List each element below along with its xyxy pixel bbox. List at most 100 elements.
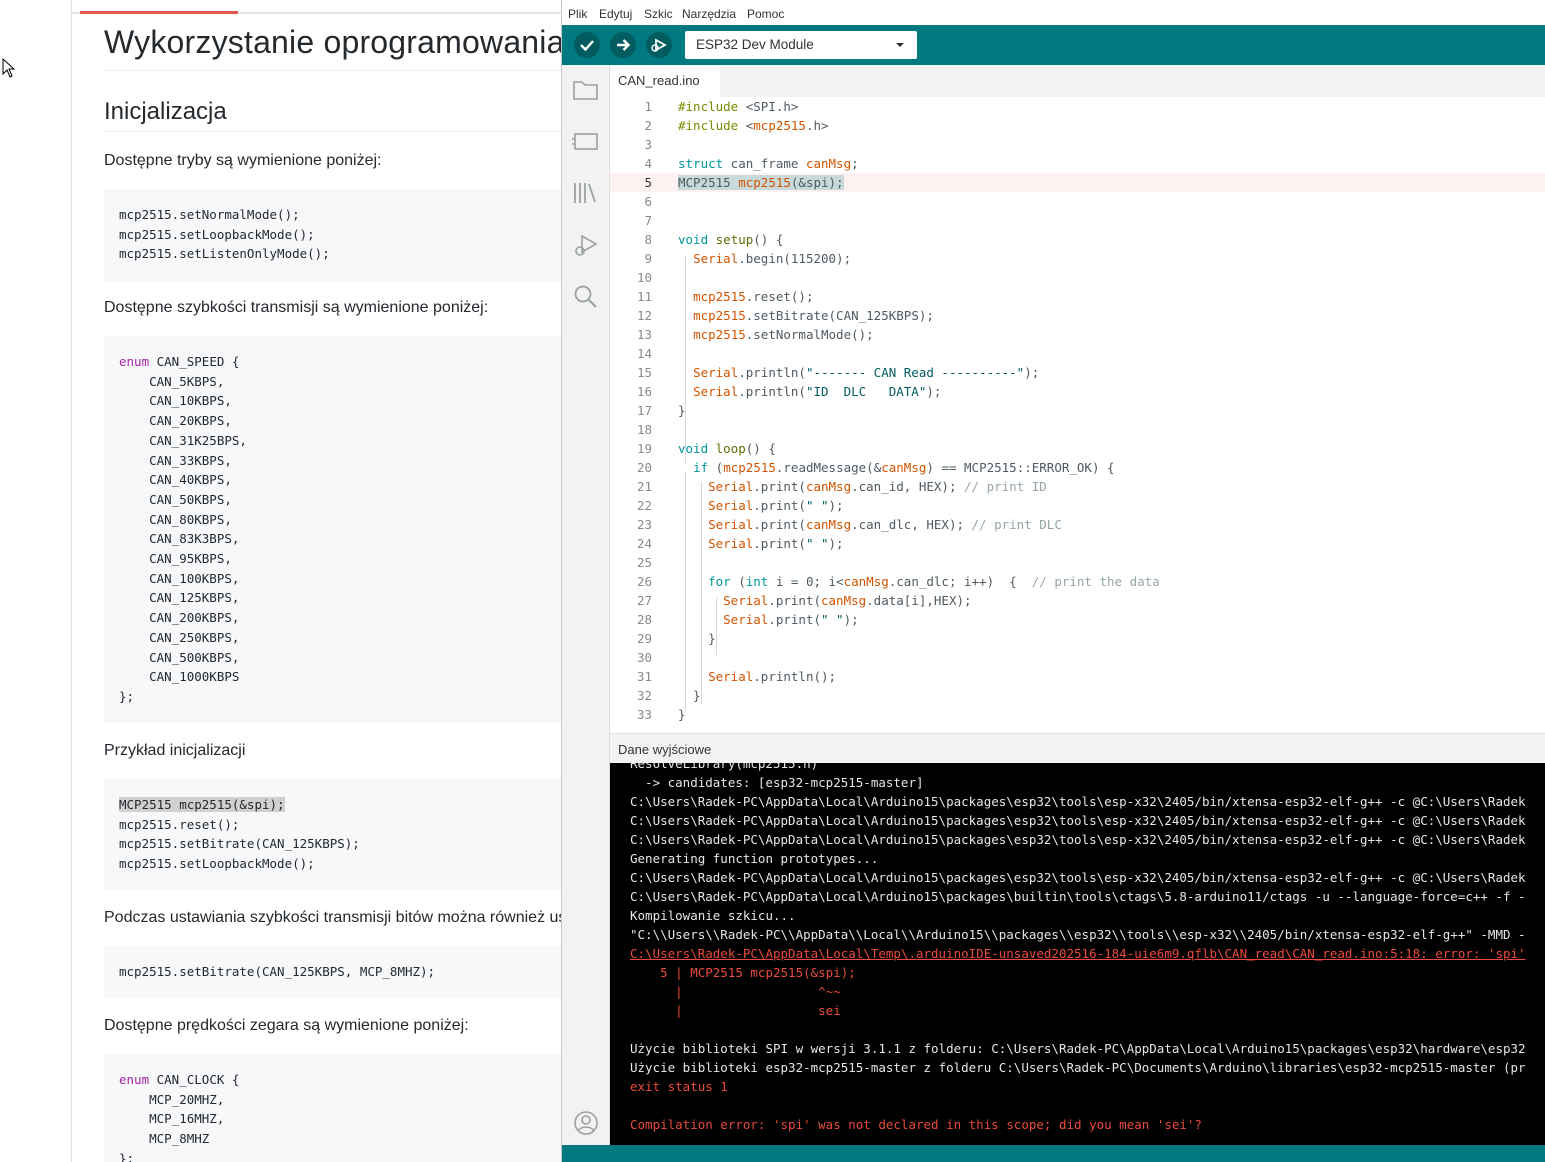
editor-line[interactable]: 22 Serial.print(" ");	[610, 496, 1545, 515]
code-text: #include <SPI.h>	[678, 99, 799, 114]
line-number: 13	[636, 327, 652, 342]
editor-line[interactable]: 19 void loop() {	[610, 439, 1545, 458]
doc-code-line: CAN_100KBPS,	[119, 570, 240, 586]
menu-file[interactable]: Plik	[568, 7, 587, 21]
doc-paragraph-modes: Dostępne tryby są wymienione poniżej:	[104, 152, 382, 169]
line-number: 18	[636, 422, 652, 437]
editor-line[interactable]: 16 Serial.println("ID DLC DATA");	[610, 382, 1545, 401]
menu-help[interactable]: Pomoc	[747, 7, 784, 21]
line-number: 19	[636, 441, 652, 456]
doc-code-line: mcp2515.setLoopbackMode();	[119, 226, 315, 242]
editor-line[interactable]: 28 Serial.print(" ");	[610, 610, 1545, 629]
doc-code-line: CAN_95KBPS,	[119, 551, 232, 566]
line-number: 16	[636, 384, 652, 399]
line-number: 20	[636, 460, 652, 475]
doc-paragraph-example: Przykład inicjalizacji	[104, 742, 246, 759]
editor-line[interactable]: 17}	[610, 401, 1545, 420]
editor-line[interactable]: 5 MCP2515 mcp2515(&spi);	[610, 173, 1545, 192]
editor-line[interactable]: 21 Serial.print(canMsg.can_id, HEX); // …	[610, 477, 1545, 496]
editor-line[interactable]: 15 Serial.println("------- CAN Read ----…	[610, 363, 1545, 382]
editor-line[interactable]: 18	[610, 420, 1545, 439]
line-number: 3	[644, 137, 652, 152]
editor-line[interactable]: 33}	[610, 705, 1545, 724]
board-selector[interactable]: ESP32 Dev Module	[685, 31, 917, 59]
editor-line[interactable]: 11 mcp2515.reset();	[610, 287, 1545, 306]
doc-code-line: CAN_33KBPS,	[119, 452, 232, 468]
mouse-cursor-icon	[2, 58, 16, 78]
code-text: if (mcp2515.readMessage(&canMsg) == MCP2…	[693, 460, 1115, 475]
folder-icon[interactable]	[572, 77, 600, 103]
output-console[interactable]: ResolveLibrary(mcp2515.h) -> candidates:…	[610, 763, 1545, 1145]
editor-line[interactable]: 7	[610, 211, 1545, 230]
output-line: -> candidates: [esp32-mcp2515-master]	[630, 775, 924, 790]
editor-line[interactable]: 4 struct can_frame canMsg;	[610, 154, 1545, 173]
code-text: }	[678, 688, 701, 703]
output-line: C:\Users\Radek-PC\AppData\Local\Temp\.ar…	[630, 946, 1526, 961]
line-number: 2	[644, 118, 652, 133]
editor-line[interactable]: 30	[610, 648, 1545, 667]
editor-line[interactable]: 8 void setup() {	[610, 230, 1545, 249]
line-number: 24	[636, 536, 652, 551]
menu-tools[interactable]: Narzędzia	[682, 7, 736, 21]
editor-line[interactable]: 1 #include <SPI.h>	[610, 97, 1545, 116]
editor-line[interactable]: 31 Serial.println();	[610, 667, 1545, 686]
editor-line[interactable]: 24 Serial.print(" ");	[610, 534, 1545, 553]
line-number: 12	[636, 308, 652, 323]
editor-line[interactable]: 6	[610, 192, 1545, 211]
editor-line[interactable]: 10	[610, 268, 1545, 287]
code-text: for (int i = 0; i<canMsg.can_dlc; i++) {…	[708, 574, 1160, 589]
editor-line[interactable]: 27 Serial.print(canMsg.data[i],HEX);	[610, 591, 1545, 610]
doc-active-indicator	[80, 11, 238, 14]
doc-code-line: enum CAN_CLOCK {	[119, 1072, 240, 1087]
output-line: 5 | MCP2515 mcp2515(&spi);	[630, 965, 856, 980]
activity-sidebar	[562, 65, 610, 1145]
user-profile-icon[interactable]	[572, 1109, 600, 1137]
search-icon[interactable]	[572, 283, 600, 311]
tab-can-read[interactable]: CAN_read.ino	[610, 65, 720, 97]
menu-edit[interactable]: Edytuj	[599, 7, 632, 21]
line-number: 30	[636, 650, 652, 665]
line-number: 29	[636, 631, 652, 646]
checkmark-icon	[580, 40, 594, 52]
code-block-modes: mcp2515.setNormalMode(); mcp2515.setLoopb…	[104, 189, 562, 281]
code-editor[interactable]: 1 #include <SPI.h> 2 #include <mcp2515.h> 3 4…	[610, 97, 1545, 733]
editor-line[interactable]: 23 Serial.print(canMsg.can_dlc, HEX); //…	[610, 515, 1545, 534]
doc-code-line: mcp2515.setLoopbackMode();	[119, 856, 315, 872]
output-line: C:\Users\Radek-PC\AppData\Local\Arduino1…	[630, 889, 1526, 904]
upload-button[interactable]	[610, 32, 636, 58]
editor-line[interactable]: 13 mcp2515.setNormalMode();	[610, 325, 1545, 344]
code-text: Serial.print(canMsg.data[i],HEX);	[723, 593, 972, 608]
boards-manager-icon[interactable]	[572, 128, 600, 154]
debug-button[interactable]	[646, 32, 672, 58]
output-line: | ^~~	[630, 984, 841, 999]
menu-sketch[interactable]: Szkic	[644, 7, 673, 21]
doc-code-line: CAN_125KBPS,	[119, 590, 240, 606]
line-number: 33	[636, 707, 652, 722]
output-line: C:\Users\Radek-PC\AppData\Local\Arduino1…	[630, 832, 1526, 847]
editor-line[interactable]: 32 }	[610, 686, 1545, 705]
editor-line[interactable]: 25	[610, 553, 1545, 572]
code-block-clocks: enum CAN_CLOCK { MCP_20MHZ, MCP_16MHZ, M…	[104, 1054, 562, 1162]
editor-line[interactable]: 26 for (int i = 0; i<canMsg.can_dlc; i++…	[610, 572, 1545, 591]
editor-line[interactable]: 12 mcp2515.setBitrate(CAN_125KBPS);	[610, 306, 1545, 325]
debug-play-icon	[651, 38, 667, 52]
line-number: 23	[636, 517, 652, 532]
debug-icon[interactable]	[572, 231, 600, 259]
editor-line[interactable]: 2 #include <mcp2515.h>	[610, 116, 1545, 135]
doc-code-line: MCP_16MHZ,	[119, 1111, 225, 1127]
editor-line[interactable]: 29 }	[610, 629, 1545, 648]
code-text: void setup() {	[678, 232, 784, 247]
editor-line[interactable]: 14	[610, 344, 1545, 363]
output-line: Użycie biblioteki esp32-mcp2515-master z…	[630, 1060, 1526, 1075]
doc-code-line: };	[119, 1150, 135, 1162]
verify-button[interactable]	[574, 32, 600, 58]
editor-line[interactable]: 3	[610, 135, 1545, 154]
editor-line[interactable]: 20 if (mcp2515.readMessage(&canMsg) == M…	[610, 458, 1545, 477]
editor-line[interactable]: 9 Serial.begin(115200);	[610, 249, 1545, 268]
doc-code-line: CAN_50KBPS,	[119, 491, 232, 507]
doc-paragraph-bitrate: Podczas ustawiania szybkości transmisji …	[104, 909, 562, 926]
code-text: Serial.println("------- CAN Read -------…	[693, 365, 1040, 380]
code-block-speeds: enum CAN_SPEED { CAN_5KBPS, CAN_10KBPS, …	[104, 336, 562, 723]
library-icon[interactable]	[572, 179, 600, 207]
arrow-right-icon	[617, 39, 631, 51]
